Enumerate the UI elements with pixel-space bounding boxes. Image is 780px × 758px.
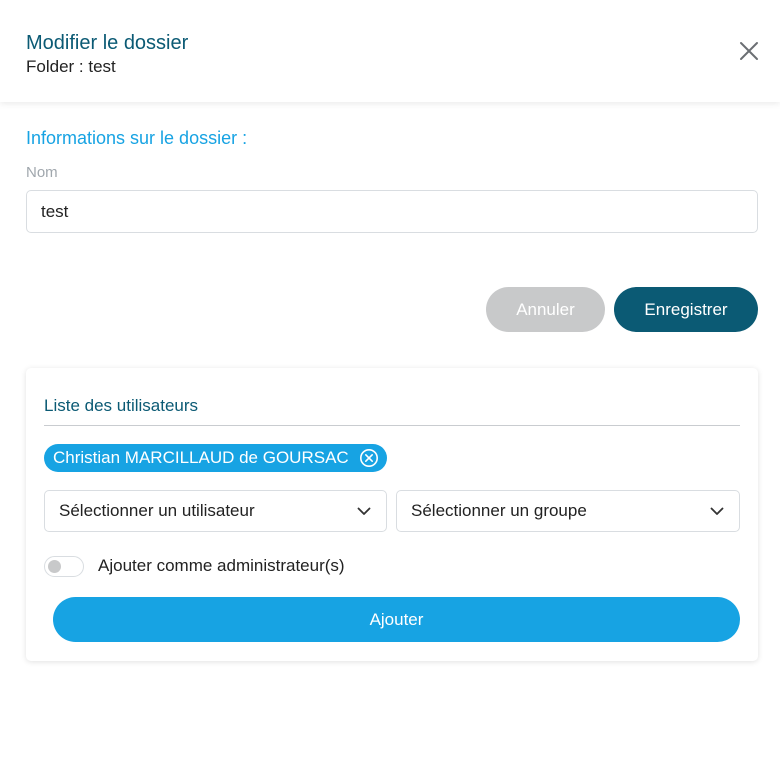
modal-header: Modifier le dossier Folder : test [0,0,780,102]
user-select-placeholder: Sélectionner un utilisateur [59,501,255,520]
add-button[interactable]: Ajouter [53,597,740,642]
name-label: Nom [26,164,58,181]
cancel-button[interactable]: Annuler [486,287,605,332]
modal-title: Modifier le dossier [26,32,189,54]
modal-subtitle: Folder : test [26,57,116,76]
admin-toggle-label: Ajouter comme administrateur(s) [98,556,345,575]
remove-circle-icon[interactable] [359,448,379,468]
user-chip-label: Christian MARCILLAUD de GOURSAC [53,448,349,467]
chevron-down-icon [709,503,725,519]
users-list-title: Liste des utilisateurs [44,396,199,415]
admin-toggle[interactable] [44,556,84,577]
folder-info-title: Informations sur le dossier : [26,128,248,148]
users-card: Liste des utilisateurs Christian MARCILL… [26,368,758,661]
group-select[interactable]: Sélectionner un groupe [396,490,740,532]
folder-name-input[interactable] [26,190,758,233]
save-button[interactable]: Enregistrer [614,287,758,332]
toggle-knob [48,560,61,573]
close-icon[interactable] [737,39,761,63]
divider [44,425,740,426]
group-select-placeholder: Sélectionner un groupe [411,501,587,520]
chevron-down-icon [356,503,372,519]
user-chip: Christian MARCILLAUD de GOURSAC [44,444,387,472]
user-select[interactable]: Sélectionner un utilisateur [44,490,387,532]
